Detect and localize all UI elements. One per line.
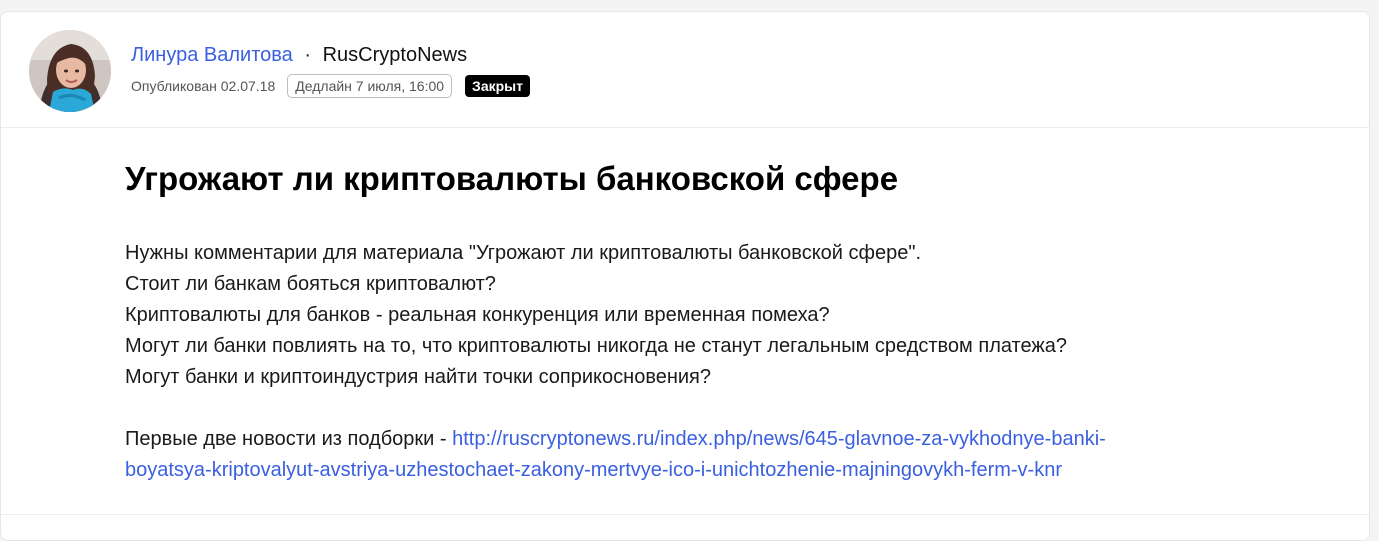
card-header: Линура Валитова · RusCryptoNews Опублико… (1, 12, 1369, 128)
post-content: Угрожают ли криптовалюты банковской сфер… (125, 157, 1345, 486)
news-link-part2: boyatsya-kriptovalyut-avstriya-uzhestoch… (125, 459, 1063, 481)
request-card: Линура Валитова · RusCryptoNews Опублико… (0, 11, 1370, 541)
meta-row: Опубликован 02.07.18 Дедлайн 7 июля, 16:… (131, 74, 530, 98)
status-badge: Закрыт (465, 75, 530, 97)
post-title: Угрожают ли криптовалюты банковской сфер… (125, 160, 899, 197)
footer-divider (1, 514, 1369, 515)
company-name: RusCryptoNews (322, 44, 468, 66)
body-line: Нужны комментарии для материала "Угрожаю… (125, 242, 922, 264)
body-line: Криптовалюты для банков - реальная конку… (125, 304, 830, 326)
author-separator: · (304, 44, 312, 66)
body-line: Могут банки и криптоиндустрия найти точк… (125, 366, 712, 388)
published-date: Опубликован 02.07.18 (131, 78, 276, 94)
avatar[interactable] (29, 30, 111, 112)
news-prefix: Первые две новости из подборки - (125, 428, 453, 450)
author-name-link[interactable]: Линура Валитова (131, 44, 293, 66)
post-body: Нужны комментарии для материала "Угрожаю… (125, 238, 1345, 486)
news-line: Первые две новости из подборки - http://… (125, 424, 1345, 486)
body-line: Могут ли банки повлиять на то, что крипт… (125, 335, 1068, 357)
body-line: Стоит ли банкам бояться криптовалют? (125, 273, 496, 295)
author-line: Линура Валитова · RusCryptoNews (131, 43, 467, 67)
deadline-badge: Дедлайн 7 июля, 16:00 (287, 74, 453, 98)
news-link-part1: http://ruscryptonews.ru/index.php/news/6… (452, 428, 1106, 450)
avatar-photo (29, 30, 111, 112)
